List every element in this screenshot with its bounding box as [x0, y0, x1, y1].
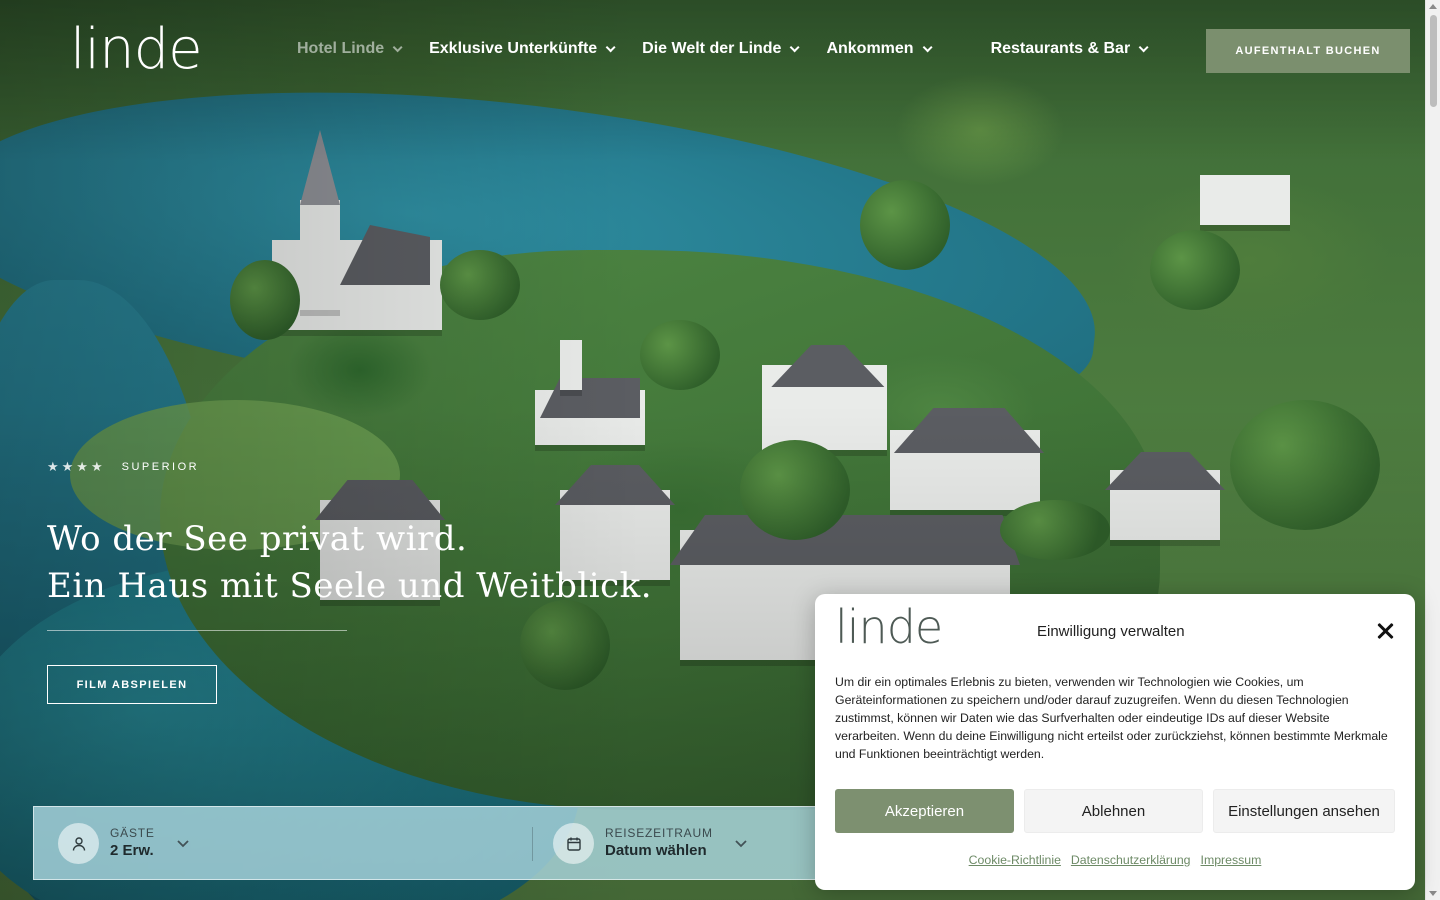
- star-icons: ★★★★: [47, 459, 106, 474]
- scrollbar-thumb[interactable]: [1430, 15, 1437, 107]
- chevron-down-icon: [735, 839, 747, 847]
- nav-item-restaurants-bar[interactable]: Restaurants & Bar: [990, 40, 1149, 58]
- guests-value: 2 Erw.: [110, 842, 154, 859]
- booking-bar: GÄSTE 2 Erw. REISEZEITRAUM Datum wählen: [33, 806, 833, 880]
- cookie-title: Einwilligung verwalten: [1037, 623, 1185, 640]
- cookie-consent-dialog: linde Einwilligung verwalten Um dir ein …: [815, 594, 1415, 890]
- scroll-up-arrow-icon[interactable]: [1429, 4, 1437, 9]
- site-logo[interactable]: linde: [70, 22, 203, 78]
- chevron-down-icon: [922, 41, 933, 52]
- nav-item-label: Hotel Linde: [297, 40, 385, 57]
- calendar-icon: [553, 823, 594, 864]
- cookie-text: Um dir ein optimales Erlebnis zu bieten,…: [835, 675, 1388, 761]
- cookie-logo: linde: [835, 600, 943, 654]
- book-stay-button[interactable]: AUFENTHALT BUCHEN: [1206, 29, 1410, 73]
- deny-button[interactable]: Ablehnen: [1024, 789, 1203, 833]
- nav-item-label: Restaurants & Bar: [990, 40, 1131, 57]
- chevron-down-icon: [790, 41, 801, 52]
- hero-headline: Wo der See privat wird. Ein Haus mit See…: [47, 516, 652, 610]
- rating: ★★★★ SUPERIOR: [47, 459, 199, 475]
- close-icon[interactable]: [1374, 620, 1396, 642]
- rating-label: SUPERIOR: [121, 461, 200, 473]
- date-selector[interactable]: REISEZEITRAUM Datum wählen: [553, 823, 747, 864]
- guests-selector[interactable]: GÄSTE 2 Erw.: [58, 823, 189, 864]
- nav-item-hotel-linde[interactable]: Hotel Linde: [297, 40, 403, 58]
- nav-item-welt-der-linde[interactable]: Die Welt der Linde: [642, 40, 801, 58]
- nav-item-label: Ankommen: [826, 40, 914, 57]
- chevron-down-icon: [177, 839, 189, 847]
- dates-label: REISEZEITRAUM: [605, 826, 713, 840]
- chevron-down-icon: [392, 41, 403, 52]
- nav-item-ankommen[interactable]: Ankommen: [826, 40, 933, 58]
- privacy-policy-link[interactable]: Datenschutzerklärung: [1071, 853, 1191, 867]
- headline-line-2: Ein Haus mit Seele und Weitblick.: [47, 566, 653, 606]
- guests-label: GÄSTE: [110, 826, 155, 840]
- play-film-button[interactable]: FILM ABSPIELEN: [47, 665, 217, 704]
- accept-button[interactable]: Akzeptieren: [835, 789, 1014, 833]
- divider: [47, 630, 347, 631]
- nav-item-label: Die Welt der Linde: [642, 40, 782, 57]
- page-scrollbar[interactable]: [1425, 0, 1440, 900]
- headline-line-1: Wo der See privat wird.: [47, 519, 468, 559]
- person-icon: [58, 823, 99, 864]
- main-nav: Hotel Linde Exklusive Unterkünfte Die We…: [297, 40, 1175, 58]
- nav-item-label: Exklusive Unterkünfte: [429, 40, 598, 57]
- view-settings-button[interactable]: Einstellungen ansehen: [1213, 789, 1395, 833]
- chevron-down-icon: [1138, 41, 1149, 52]
- nav-item-exklusive-unterkuenfte[interactable]: Exklusive Unterkünfte: [429, 40, 616, 58]
- booking-divider: [532, 827, 533, 861]
- chevron-down-icon: [605, 41, 616, 52]
- cookie-policy-link[interactable]: Cookie-Richtlinie: [969, 853, 1061, 867]
- imprint-link[interactable]: Impressum: [1201, 853, 1262, 867]
- cookie-links: Cookie-Richtlinie Datenschutzerklärung I…: [815, 853, 1415, 867]
- dates-value: Datum wählen: [605, 842, 707, 859]
- scroll-down-arrow-icon[interactable]: [1429, 891, 1437, 896]
